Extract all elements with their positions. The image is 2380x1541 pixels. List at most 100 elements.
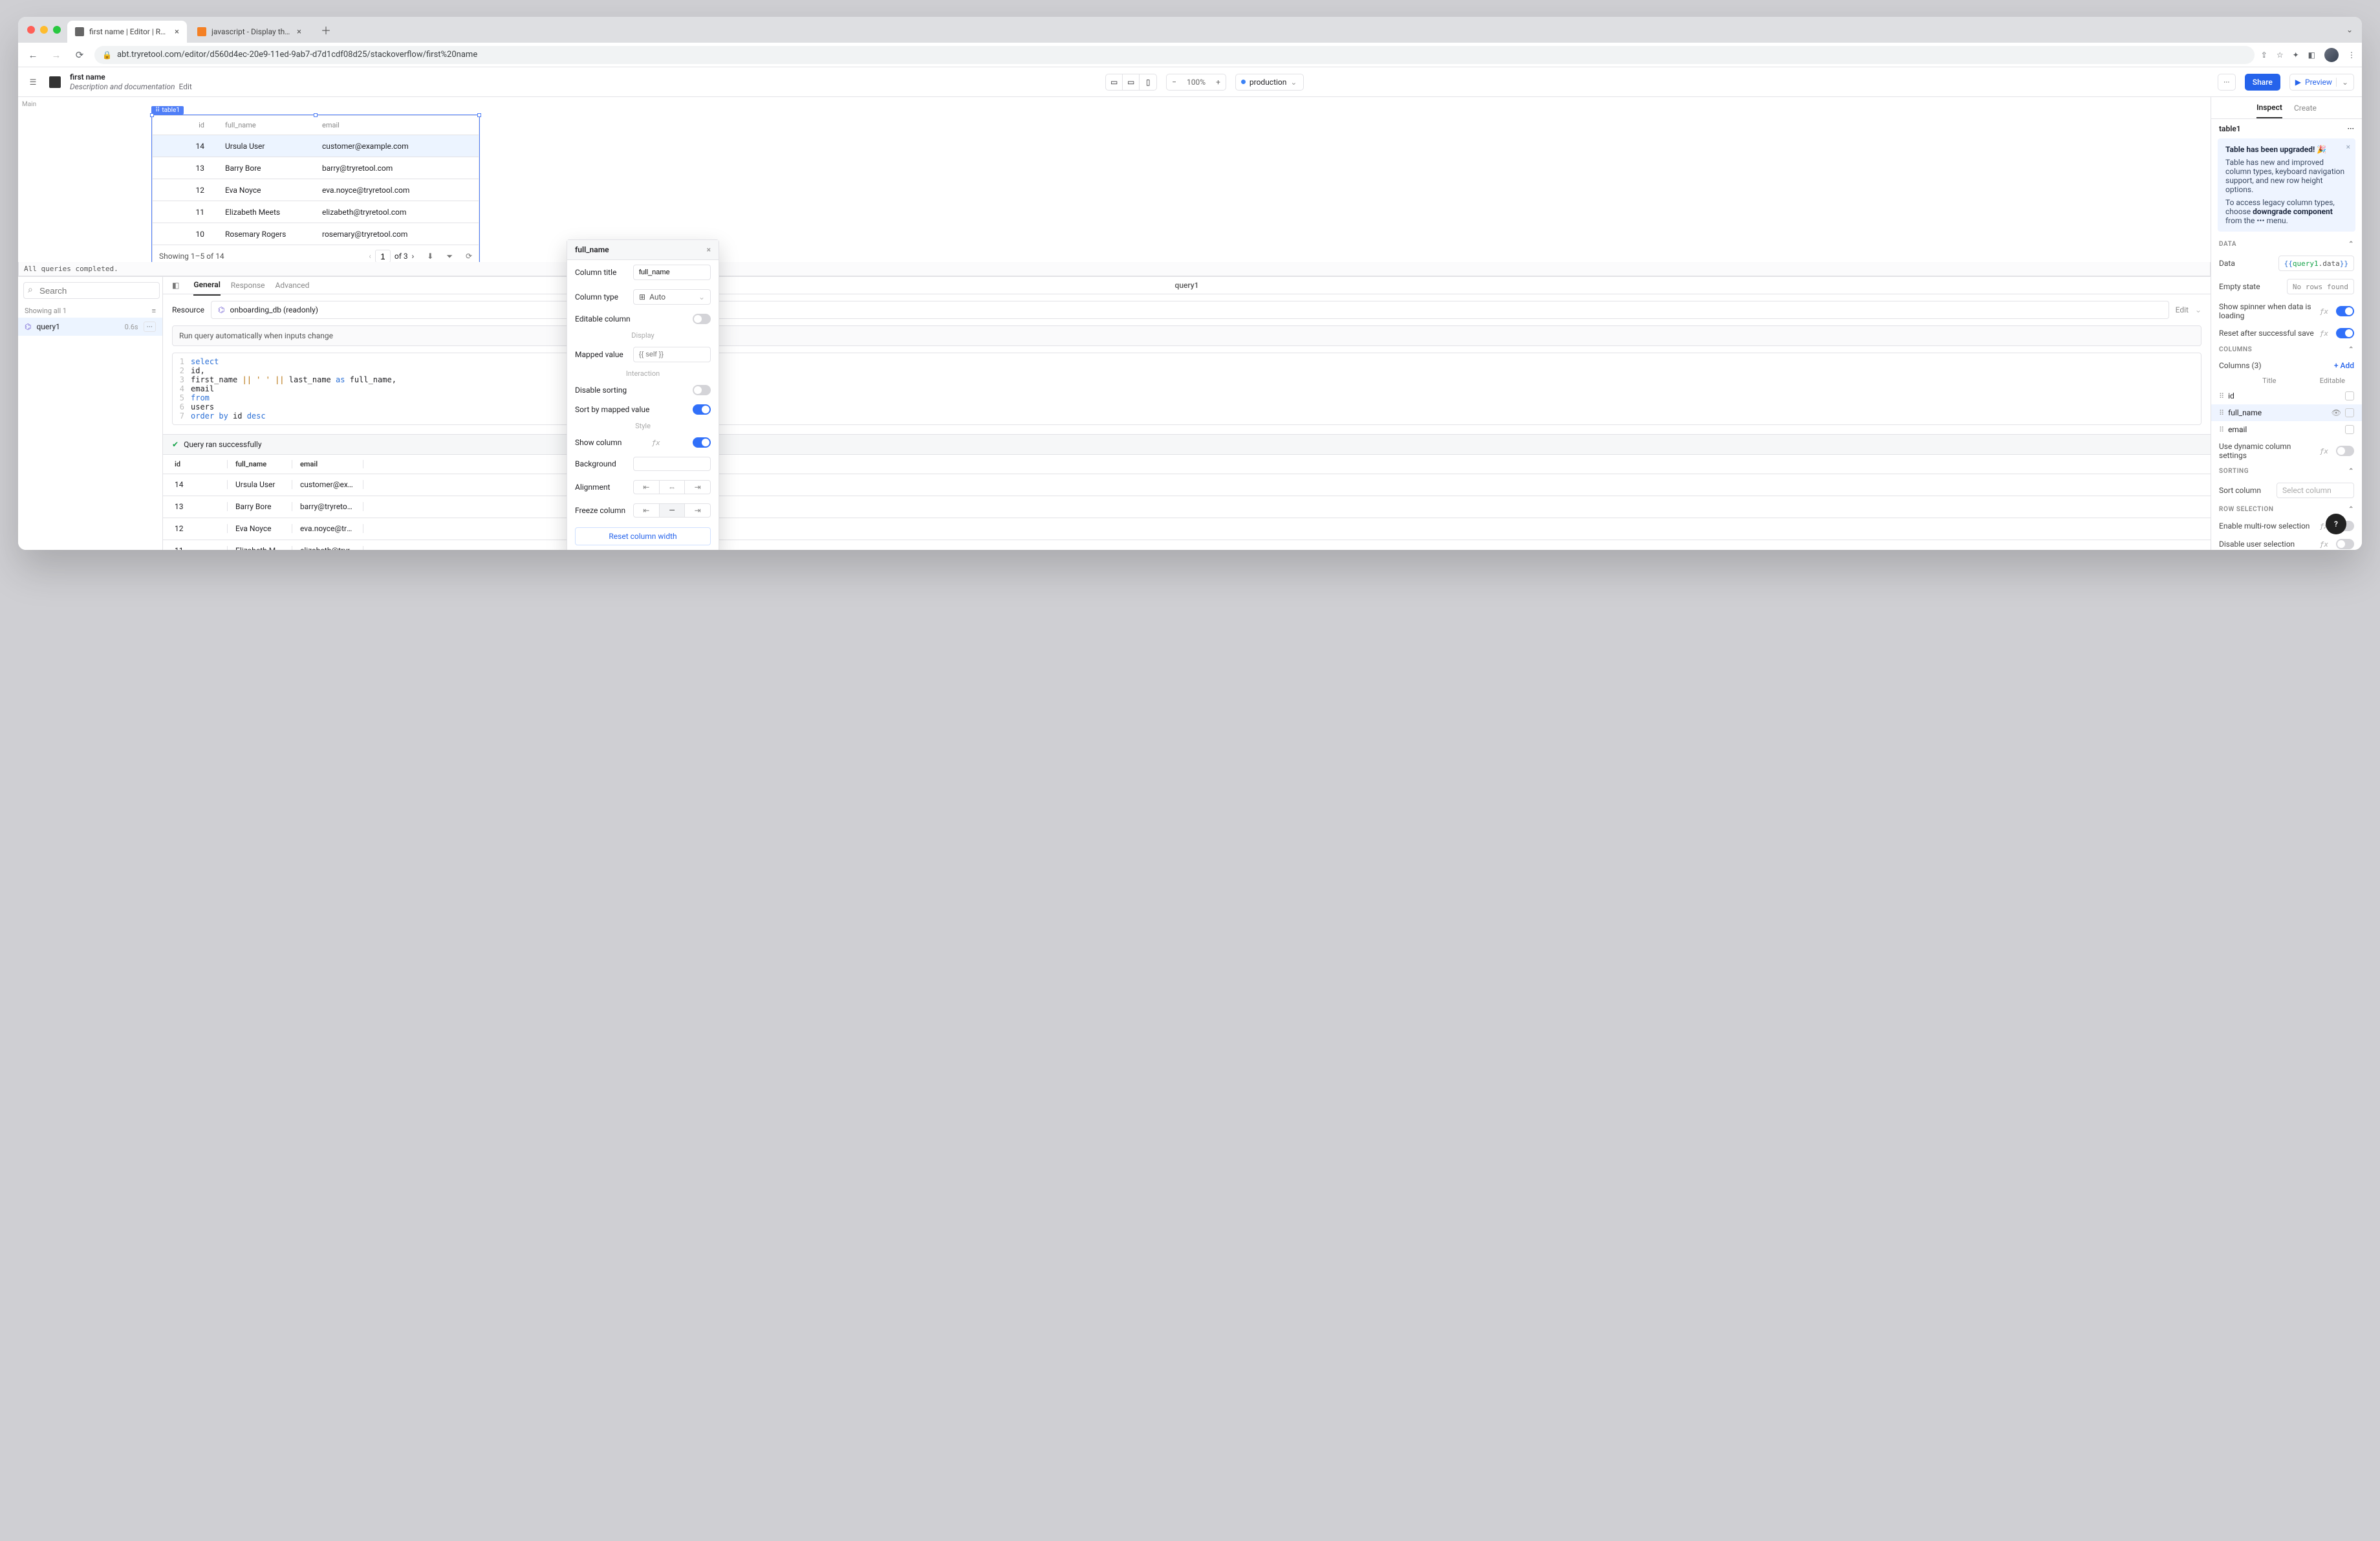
- edit-resource-link[interactable]: Edit: [2176, 305, 2189, 314]
- query-name-header[interactable]: query1: [1175, 281, 1199, 290]
- editable-checkbox[interactable]: [2345, 425, 2354, 434]
- align-left-icon[interactable]: ⇤: [634, 481, 660, 494]
- collapse-icon[interactable]: ⌃: [2348, 241, 2354, 248]
- empty-state-input[interactable]: No rows found: [2287, 279, 2354, 294]
- chrome-menu-icon[interactable]: ⋮: [2348, 50, 2355, 60]
- prev-page-icon[interactable]: ‹: [369, 252, 371, 261]
- data-expression-input[interactable]: {{ query1.data }}: [2278, 256, 2354, 271]
- zoom-out-button[interactable]: −: [1167, 78, 1182, 87]
- column-item-email[interactable]: ⠿email: [2219, 421, 2354, 438]
- next-page-icon[interactable]: ›: [412, 252, 415, 261]
- alignment-segment[interactable]: ⇤⇔⇥: [633, 480, 711, 494]
- collapse-icon[interactable]: ⌃: [2348, 506, 2354, 513]
- filter-icon[interactable]: ⏷: [446, 252, 453, 261]
- hamburger-icon[interactable]: ☰: [26, 78, 40, 87]
- canvas-area[interactable]: Main ⠿ table1 id full_name email: [18, 97, 2211, 277]
- zoom-in-button[interactable]: +: [1211, 78, 1226, 87]
- chevron-down-icon[interactable]: ⌄: [2336, 78, 2348, 87]
- tab-inspect[interactable]: Inspect: [2256, 103, 2282, 118]
- freeze-right-icon[interactable]: ⇥: [685, 504, 710, 517]
- more-menu-button[interactable]: ···: [2218, 74, 2236, 91]
- dynamic-columns-toggle[interactable]: [2336, 446, 2354, 456]
- desktop-icon[interactable]: ▭: [1106, 74, 1123, 90]
- share-button[interactable]: Share: [2245, 74, 2280, 91]
- editable-toggle[interactable]: [693, 314, 711, 324]
- col-header-id[interactable]: id: [153, 121, 217, 129]
- zoom-control[interactable]: − 100% +: [1166, 74, 1226, 91]
- sort-column-select[interactable]: Select column: [2277, 483, 2354, 498]
- resource-selector[interactable]: ⌬ onboarding_db (readonly): [211, 301, 2169, 319]
- filter-icon[interactable]: ≡: [152, 307, 156, 315]
- preview-button[interactable]: ▶ Preview ⌄: [2289, 74, 2354, 91]
- editable-checkbox[interactable]: [2345, 408, 2354, 417]
- col-header-fullname[interactable]: full_name: [217, 121, 314, 129]
- table-component[interactable]: id full_name email 14Ursula Usercustomer…: [152, 115, 479, 268]
- close-tab-icon[interactable]: ×: [175, 27, 179, 37]
- mapped-value-input[interactable]: [633, 347, 711, 362]
- tab-create[interactable]: Create: [2294, 104, 2317, 113]
- reload-button[interactable]: ⟳: [71, 49, 88, 61]
- eye-icon[interactable]: 👁: [2331, 408, 2341, 417]
- tab-general[interactable]: General: [193, 280, 220, 296]
- query-menu-icon[interactable]: ···: [144, 322, 156, 332]
- table-row[interactable]: 10Rosemary Rogersrosemary@tryretool.com: [153, 223, 479, 245]
- forward-button[interactable]: →: [48, 49, 65, 61]
- share-icon[interactable]: ⇪: [2261, 50, 2267, 60]
- freeze-left-icon[interactable]: ⇤: [634, 504, 660, 517]
- reset-column-width-button[interactable]: Reset column width: [575, 527, 711, 545]
- side-panel-icon[interactable]: ◧: [2308, 50, 2315, 60]
- search-input[interactable]: [23, 282, 160, 299]
- align-right-icon[interactable]: ⇥: [685, 481, 710, 494]
- device-preview-toggle[interactable]: ▭ ▭ ▯: [1105, 74, 1157, 91]
- table-row[interactable]: 13Barry Borebarry@tryretool.com: [153, 157, 479, 179]
- editable-checkbox[interactable]: [2345, 391, 2354, 400]
- freeze-none-icon[interactable]: —: [660, 504, 686, 517]
- browser-tab-inactive[interactable]: javascript - Display the first w… ×: [189, 21, 309, 43]
- help-fab[interactable]: ?: [2326, 514, 2346, 534]
- page-input[interactable]: [375, 250, 391, 263]
- extensions-icon[interactable]: ✦: [2293, 50, 2299, 60]
- sql-editor[interactable]: 1select 2 id, 3 first_name || ' ' || las…: [172, 353, 2202, 425]
- address-bar[interactable]: 🔒 abt.tryretool.com/editor/d560d4ec-20e9…: [94, 46, 2255, 64]
- sort-mapped-toggle[interactable]: [693, 404, 711, 415]
- tab-list-dropdown-icon[interactable]: ⌄: [2346, 25, 2353, 34]
- maximize-window-icon[interactable]: [53, 26, 61, 34]
- app-name[interactable]: first name: [70, 72, 192, 82]
- component-tag[interactable]: ⠿ table1: [151, 106, 184, 115]
- back-button[interactable]: ←: [25, 49, 41, 61]
- component-menu-icon[interactable]: ···: [2347, 124, 2354, 133]
- selected-component-frame[interactable]: ⠿ table1 id full_name email 14Ursula Use…: [151, 105, 480, 268]
- column-type-select[interactable]: ⊞Auto⌄: [633, 289, 711, 305]
- edit-link[interactable]: Edit: [179, 82, 192, 91]
- reset-toggle[interactable]: [2336, 328, 2354, 338]
- new-tab-button[interactable]: ＋: [316, 22, 336, 38]
- column-title-input[interactable]: [633, 265, 711, 280]
- tab-response[interactable]: Response: [231, 281, 265, 290]
- freeze-segment[interactable]: ⇤—⇥: [633, 503, 711, 518]
- close-tab-icon[interactable]: ×: [297, 27, 301, 37]
- tablet-icon[interactable]: ▭: [1123, 74, 1140, 90]
- browser-tab-active[interactable]: first name | Editor | Retool ×: [67, 21, 187, 43]
- add-column-button[interactable]: + Add: [2334, 361, 2354, 370]
- trigger-mode-selector[interactable]: Run query automatically when inputs chan…: [172, 325, 2202, 346]
- window-traffic-lights[interactable]: [27, 26, 61, 34]
- spinner-toggle[interactable]: [2336, 306, 2354, 316]
- table-row[interactable]: 12Eva Noyceeva.noyce@tryretool.com: [153, 179, 479, 201]
- environment-selector[interactable]: production ⌄: [1235, 74, 1304, 91]
- close-icon[interactable]: ×: [2346, 142, 2350, 151]
- refresh-icon[interactable]: ⟳: [466, 252, 472, 261]
- panel-icon[interactable]: ◧: [172, 281, 179, 290]
- disable-sorting-toggle[interactable]: [693, 385, 711, 395]
- tab-advanced[interactable]: Advanced: [276, 281, 310, 290]
- query-list-item[interactable]: ⌬ query1 0.6s ···: [18, 318, 162, 336]
- close-window-icon[interactable]: [27, 26, 35, 34]
- align-center-icon[interactable]: ⇔: [660, 481, 686, 494]
- column-item-id[interactable]: ⠿id: [2219, 388, 2354, 404]
- disable-user-sel-toggle[interactable]: [2336, 539, 2354, 549]
- close-icon[interactable]: ×: [707, 245, 711, 254]
- component-name[interactable]: table1: [2219, 124, 2241, 133]
- mobile-icon[interactable]: ▯: [1140, 74, 1156, 90]
- collapse-icon[interactable]: ⌃: [2348, 468, 2354, 475]
- collapse-icon[interactable]: ⌃: [2348, 346, 2354, 353]
- col-header-email[interactable]: email: [314, 121, 479, 129]
